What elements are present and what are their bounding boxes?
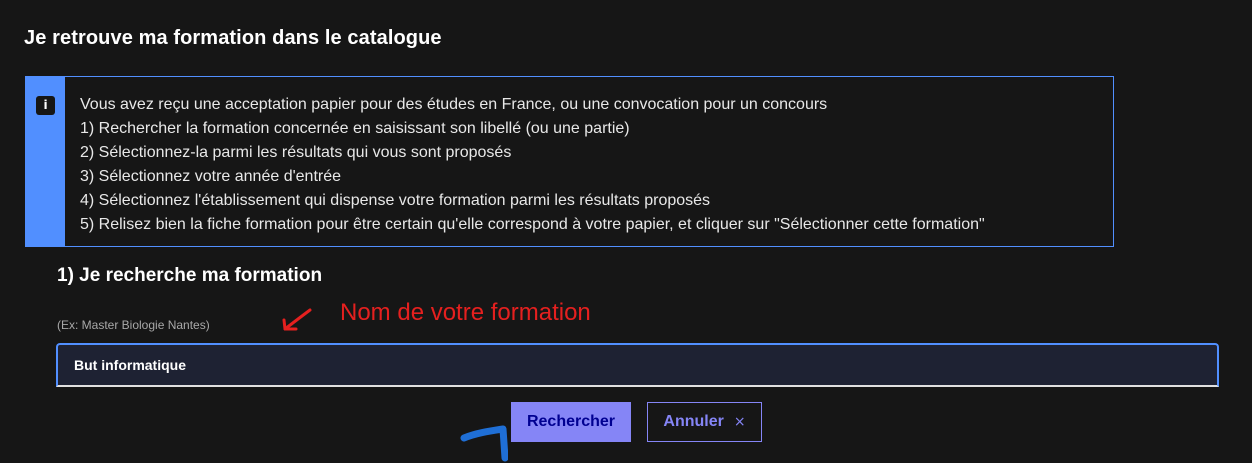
info-line-intro: Vous avez reçu une acceptation papier po… bbox=[80, 96, 828, 113]
cancel-button-label: Annuler bbox=[663, 413, 724, 430]
info-line-step-1: 1) Rechercher la formation concernée en … bbox=[80, 120, 630, 137]
info-line-step-3: 3) Sélectionnez votre année d'entrée bbox=[80, 168, 342, 185]
info-line-step-5: 5) Relisez bien la fiche formation pour … bbox=[80, 216, 985, 233]
page-title: Je retrouve ma formation dans le catalog… bbox=[24, 27, 442, 49]
info-line-step-2: 2) Sélectionnez-la parmi les résultats q… bbox=[80, 144, 512, 161]
close-icon: × bbox=[733, 414, 746, 430]
annotation-arrow-blue-icon bbox=[460, 425, 508, 462]
info-callout: i Vous avez reçu une acceptation papier … bbox=[25, 76, 1114, 247]
cancel-button[interactable]: Annuler × bbox=[647, 402, 762, 442]
annotation-label: Nom de votre formation bbox=[340, 299, 591, 326]
info-icon: i bbox=[36, 96, 55, 115]
search-input[interactable] bbox=[56, 343, 1219, 387]
search-button[interactable]: Rechercher bbox=[511, 402, 631, 442]
info-line-step-4: 4) Sélectionnez l'établissement qui disp… bbox=[80, 192, 711, 209]
search-section-title: 1) Je recherche ma formation bbox=[57, 265, 323, 286]
info-text: Vous avez reçu une acceptation papier po… bbox=[80, 93, 985, 237]
info-callout-bar: i bbox=[26, 77, 65, 246]
search-hint: (Ex: Master Biologie Nantes) bbox=[57, 318, 210, 332]
annotation-arrow-icon bbox=[282, 308, 312, 331]
page: Je retrouve ma formation dans le catalog… bbox=[0, 0, 1252, 463]
